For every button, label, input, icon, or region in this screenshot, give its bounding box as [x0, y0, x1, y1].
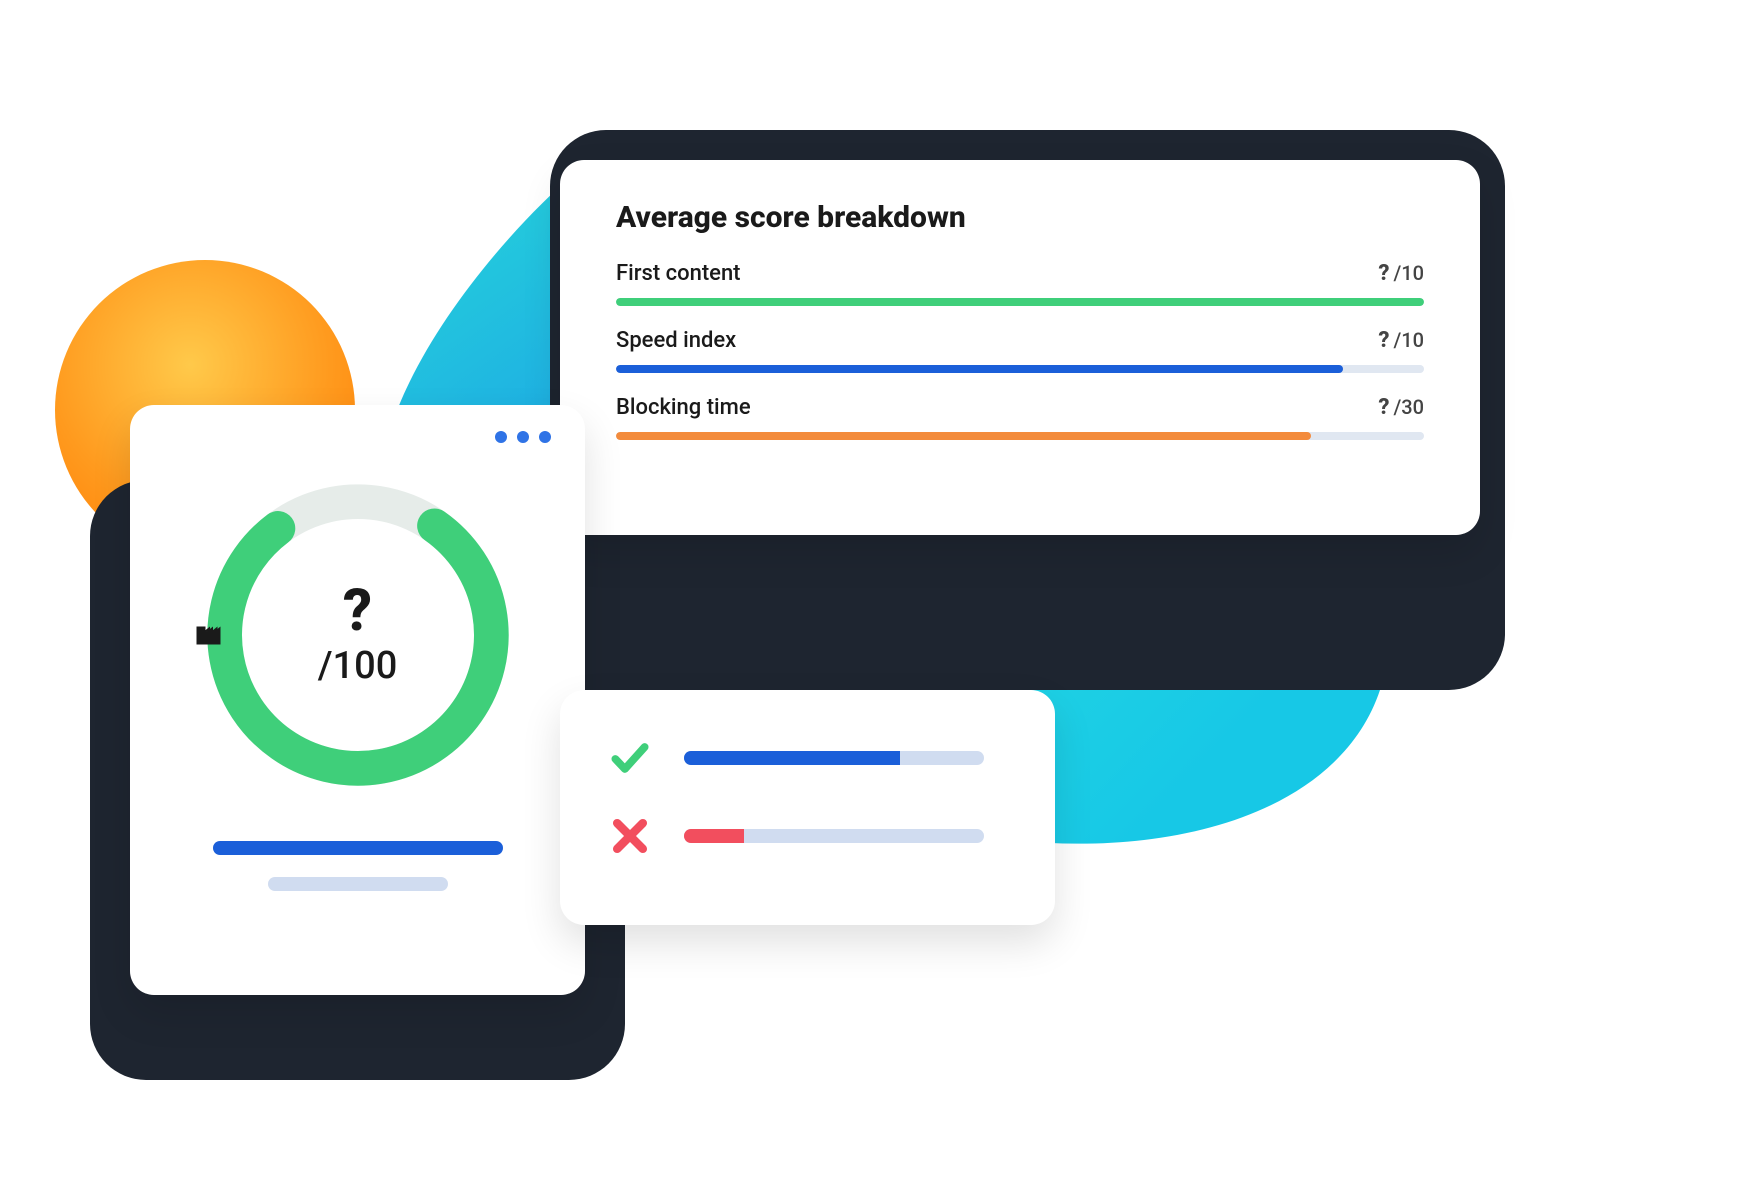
progress-track: [616, 298, 1424, 306]
progress-fill: [616, 365, 1343, 373]
score-denominator: /100: [318, 644, 398, 688]
score-value: ?: [343, 582, 372, 640]
score-card: ? /100: [130, 405, 585, 995]
check-progress: [684, 829, 984, 843]
check-row-fail: [608, 814, 1007, 858]
check-row-pass: [608, 736, 1007, 780]
window-dots-icon: [495, 431, 551, 443]
breakdown-row: First content ?/10: [616, 261, 1424, 306]
score-gauge: ? /100: [198, 475, 518, 795]
breakdown-row-label: First content: [616, 261, 741, 286]
breakdown-row-label: Blocking time: [616, 395, 751, 420]
progress-fill: [684, 829, 744, 843]
progress-fill: [616, 432, 1311, 440]
progress-track: [616, 432, 1424, 440]
breakdown-row-score: ?/10: [1378, 261, 1424, 286]
breakdown-row-label: Speed index: [616, 328, 736, 353]
breakdown-row-score: ?/30: [1378, 395, 1424, 420]
progress-track: [616, 365, 1424, 373]
breakdown-title: Average score breakdown: [616, 200, 1424, 235]
score-placeholder-lines: [166, 841, 549, 891]
breakdown-row-score: ?/10: [1378, 328, 1424, 353]
check-progress: [684, 751, 984, 765]
check-icon: [608, 736, 652, 780]
progress-fill: [616, 298, 1424, 306]
placeholder-line: [213, 841, 503, 855]
progress-fill: [684, 751, 900, 765]
checks-card: [560, 690, 1055, 925]
placeholder-line: [268, 877, 448, 891]
breakdown-row: Blocking time ?/30: [616, 395, 1424, 440]
cross-icon: [608, 814, 652, 858]
breakdown-card: Average score breakdown First content ?/…: [560, 160, 1480, 535]
breakdown-row: Speed index ?/10: [616, 328, 1424, 373]
